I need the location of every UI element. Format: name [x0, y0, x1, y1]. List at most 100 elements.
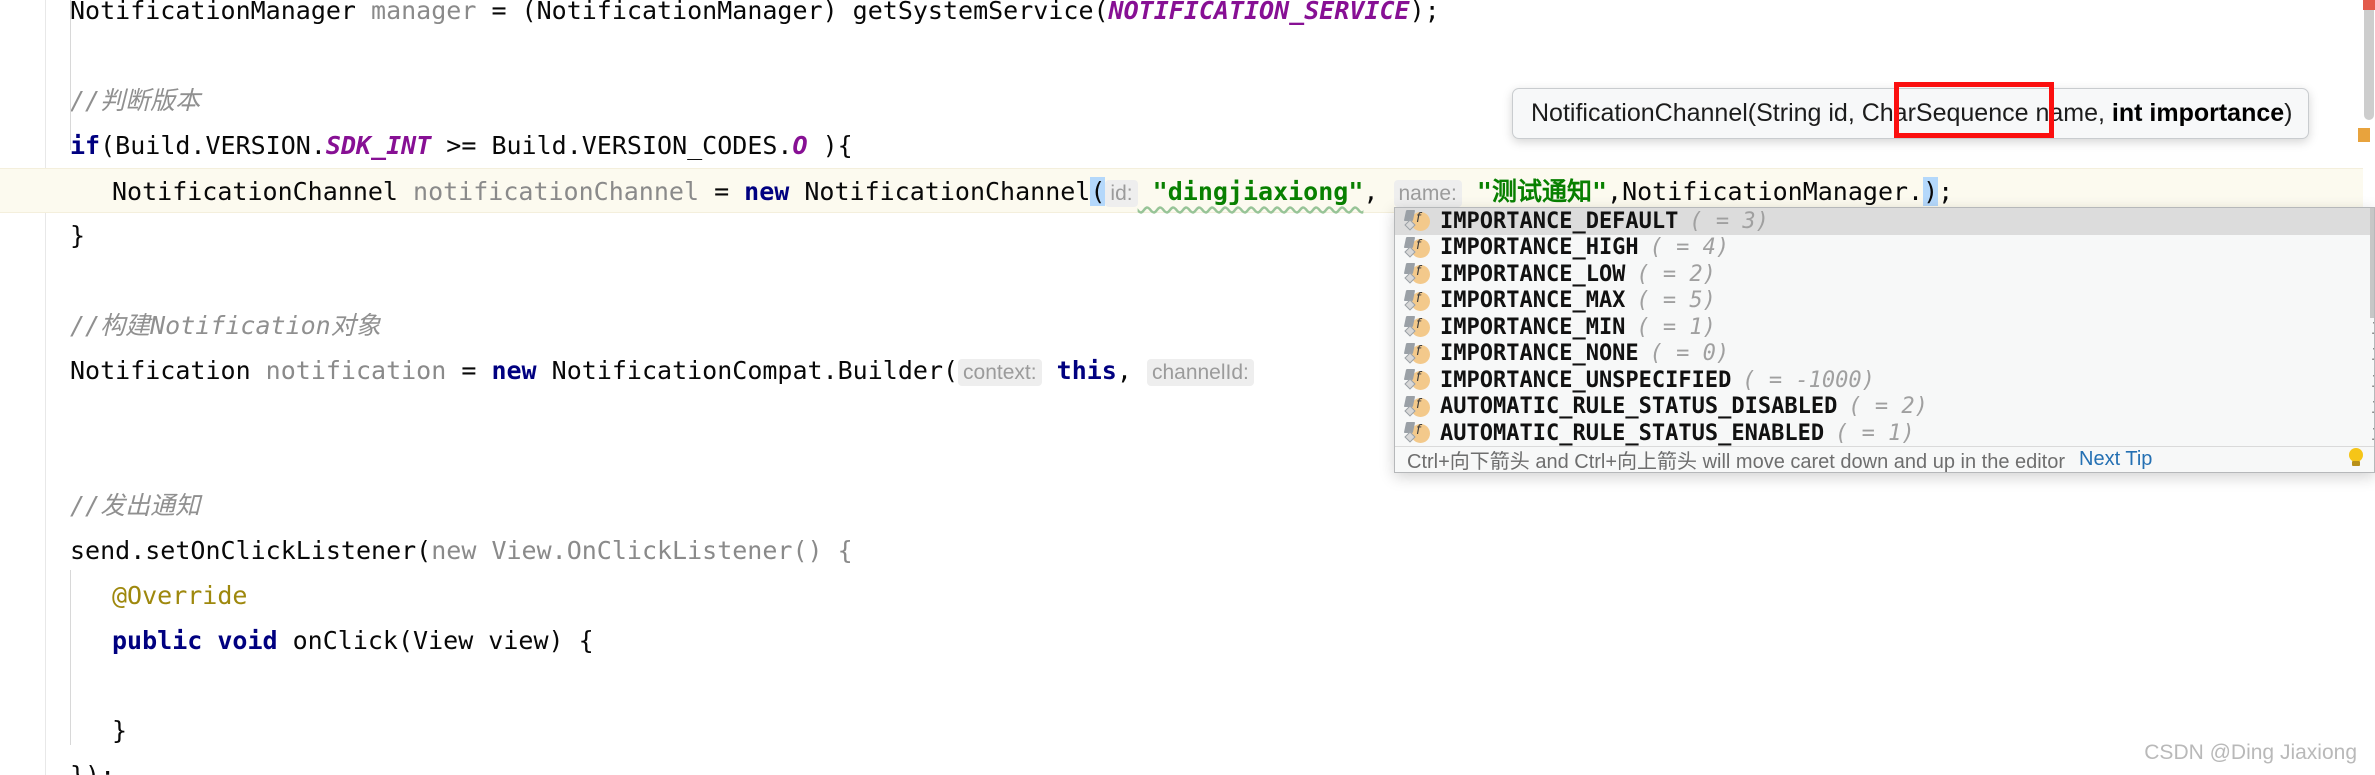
vertical-scrollbar-thumb[interactable] — [2364, 0, 2374, 120]
code-token: = — [446, 356, 492, 385]
code-token: new View.OnClickListener() { — [431, 536, 853, 565]
code-token: NotificationChannel — [112, 177, 414, 206]
parameter-tooltip-current-param: int importance — [2111, 99, 2285, 127]
code-line[interactable]: @Override — [0, 573, 2375, 618]
completion-item[interactable]: fIMPORTANCE_MIN( = 1)int — [1395, 314, 2374, 341]
completion-item[interactable]: fIMPORTANCE_LOW( = 2)int — [1395, 261, 2374, 288]
completion-hint-bar: Ctrl+向下箭头 and Ctrl+向上箭头 will move caret … — [1395, 446, 2374, 473]
code-token: onClick(View view) { — [277, 626, 594, 655]
code-token: , — [1363, 177, 1394, 206]
code-token: this — [1041, 356, 1117, 385]
completion-item-name: IMPORTANCE_LOW — [1440, 261, 1626, 287]
error-stripe-mark[interactable] — [2363, 0, 2375, 10]
code-token: //构建Notification对象 — [70, 311, 381, 340]
code-token: >= Build.VERSION_CODES. — [431, 131, 793, 160]
code-token: "dingjiaxiong" — [1137, 177, 1364, 206]
code-line[interactable]: send.setOnClickListener(new View.OnClick… — [0, 528, 2375, 573]
code-token: new — [491, 356, 537, 385]
indent-guide-top — [70, 0, 71, 150]
code-token: channelId: — [1146, 359, 1254, 386]
parameter-info-tooltip: NotificationChannel(String id, CharSeque… — [1512, 88, 2310, 139]
field-icon: f — [1403, 395, 1431, 418]
code-token: "测试通知" — [1461, 177, 1608, 206]
code-token: ; — [1938, 177, 1954, 206]
code-line[interactable]: //发出通知 — [0, 483, 2375, 528]
parameter-tooltip-separator: , — [2098, 99, 2112, 127]
code-token: NOTIFICATION_SERVICE — [1108, 0, 1410, 25]
completion-item-value: ( = 1) — [1835, 420, 1915, 446]
code-token: } — [70, 221, 86, 250]
warning-stripe-mark[interactable] — [2358, 128, 2370, 142]
completion-item-value: ( = 3) — [1689, 208, 1769, 234]
completion-item-name: IMPORTANCE_NONE — [1440, 341, 1639, 367]
code-token: context: — [958, 359, 1042, 386]
completion-item[interactable]: fIMPORTANCE_MAX( = 5)int — [1395, 288, 2374, 315]
code-token: @Override — [112, 581, 248, 610]
completion-item[interactable]: fAUTOMATIC_RULE_STATUS_DISABLED( = 2)int — [1395, 394, 2374, 421]
code-token: SDK_INT — [325, 131, 432, 160]
lightbulb-icon[interactable] — [2346, 448, 2366, 469]
code-token: }); — [70, 761, 115, 775]
code-token: public void — [112, 626, 278, 655]
code-token: = — [699, 177, 745, 206]
completion-item-name: IMPORTANCE_MIN — [1440, 314, 1626, 340]
field-icon: f — [1403, 316, 1431, 338]
code-token: id: — [1105, 180, 1138, 207]
code-token: ,NotificationManager. — [1607, 177, 1924, 206]
code-token: , — [1116, 356, 1147, 385]
ide-editor-window: NotificationManager manager = (Notificat… — [0, 0, 2375, 775]
code-completion-popup[interactable]: fIMPORTANCE_DEFAULT( = 3)intfIMPORTANCE_… — [1394, 207, 2375, 473]
parameter-tooltip-prefix: NotificationChannel(String id, CharSeque… — [1531, 99, 2098, 127]
code-token: ( — [1090, 177, 1106, 206]
field-icon: f — [1403, 210, 1431, 232]
completion-item-name: IMPORTANCE_HIGH — [1440, 235, 1639, 261]
code-token: ){ — [807, 131, 853, 160]
completion-hint-text: Ctrl+向下箭头 and Ctrl+向上箭头 will move caret … — [1407, 451, 2066, 473]
code-token: notificationChannel — [413, 177, 700, 206]
completion-item-name: AUTOMATIC_RULE_STATUS_DISABLED — [1440, 394, 1838, 420]
code-token: //发出通知 — [70, 491, 201, 520]
completion-item-name: AUTOMATIC_RULE_STATUS_ENABLED — [1440, 420, 1825, 446]
code-token: } — [112, 716, 128, 745]
code-token: Notification — [70, 356, 266, 385]
next-tip-link[interactable]: Next Tip — [2079, 448, 2152, 471]
code-token: O — [792, 131, 808, 160]
code-token: if — [70, 131, 101, 160]
completion-item-name: IMPORTANCE_UNSPECIFIED — [1440, 367, 1732, 393]
completion-scrollbar-thumb[interactable] — [2370, 208, 2374, 318]
completion-item-name: IMPORTANCE_MAX — [1440, 288, 1626, 314]
field-icon: f — [1403, 263, 1431, 285]
code-line[interactable] — [0, 33, 2375, 78]
field-icon: f — [1403, 236, 1431, 259]
code-token: manager — [371, 0, 477, 25]
field-icon: f — [1403, 422, 1431, 444]
code-token: ) — [1923, 177, 1939, 206]
completion-scrollbar[interactable] — [2370, 208, 2374, 448]
field-icon: f — [1403, 369, 1431, 391]
completion-item-value: ( = 4) — [1649, 235, 1730, 261]
code-line[interactable]: } — [0, 708, 2375, 753]
completion-item[interactable]: fIMPORTANCE_UNSPECIFIED( = -1000)int — [1395, 367, 2374, 394]
field-icon: f — [1403, 289, 1431, 312]
code-line[interactable]: }); — [0, 753, 2375, 775]
completion-item[interactable]: fIMPORTANCE_NONE( = 0)int — [1395, 341, 2374, 368]
code-token: ); — [1409, 0, 1440, 25]
code-line[interactable]: public void onClick(View view) { — [0, 618, 2375, 663]
watermark-text: CSDN @Ding Jiaxiong — [2144, 741, 2357, 764]
completion-item-name: IMPORTANCE_DEFAULT — [1440, 208, 1679, 234]
completion-item-list[interactable]: fIMPORTANCE_DEFAULT( = 3)intfIMPORTANCE_… — [1395, 208, 2374, 448]
parameter-tooltip-suffix: ) — [2284, 99, 2293, 127]
field-icon: f — [1403, 342, 1431, 365]
code-token: //判断版本 — [70, 86, 201, 115]
code-line[interactable] — [0, 663, 2375, 708]
completion-item[interactable]: fAUTOMATIC_RULE_STATUS_ENABLED( = 1)int — [1395, 420, 2374, 447]
completion-item-value: ( = 0) — [1649, 341, 1730, 367]
completion-item-value: ( = 2) — [1848, 394, 1928, 420]
code-token: notification — [265, 356, 447, 385]
completion-item-value: ( = 2) — [1636, 261, 1716, 287]
code-token: NotificationChannel — [789, 177, 1091, 206]
code-line[interactable]: NotificationManager manager = (Notificat… — [0, 0, 2375, 33]
completion-item[interactable]: fIMPORTANCE_HIGH( = 4)int — [1395, 235, 2374, 262]
completion-item[interactable]: fIMPORTANCE_DEFAULT( = 3)int — [1395, 208, 2374, 235]
code-token: = (NotificationManager) getSystemService… — [476, 0, 1109, 25]
